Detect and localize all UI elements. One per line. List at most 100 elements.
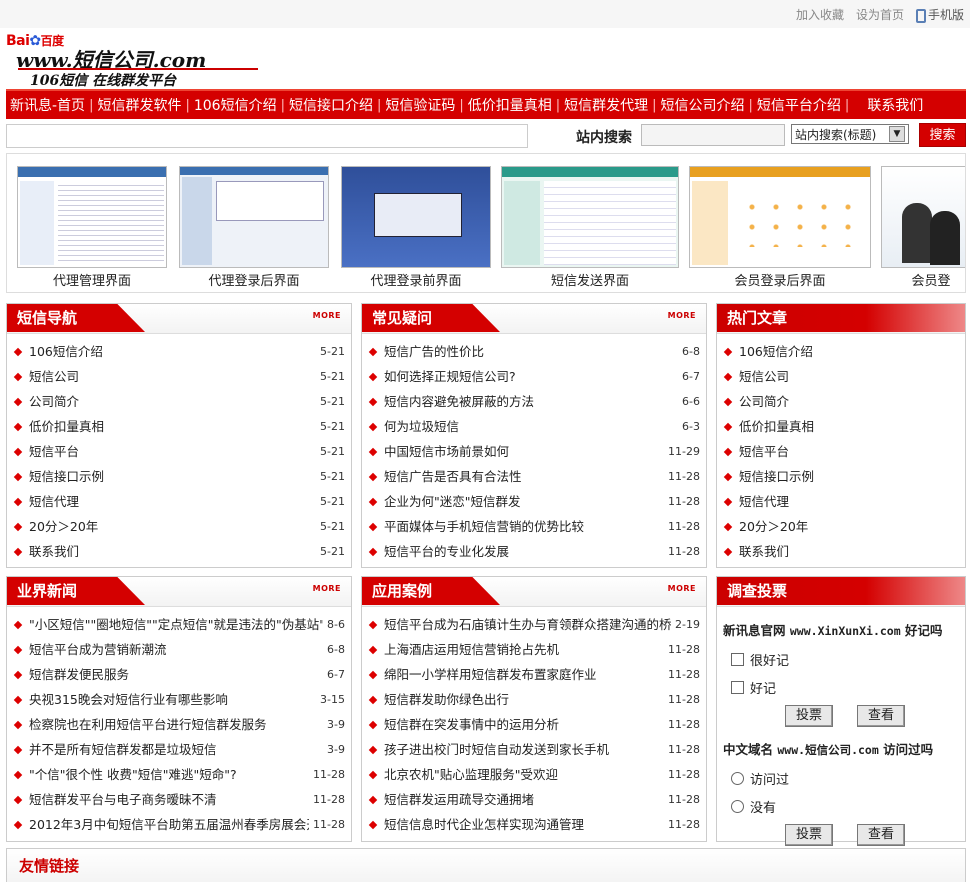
list-item[interactable]: 绵阳一小学样用短信群发布置家庭作业 11-28 (368, 662, 700, 687)
list-item[interactable]: 短信平台成为营销新潮流 6-8 (13, 637, 345, 662)
article-link[interactable]: 短信代理 (739, 489, 959, 514)
gallery-item[interactable]: 代理登录后界面 (179, 166, 329, 289)
article-link[interactable]: 公司简介 (29, 389, 316, 414)
list-item[interactable]: 短信平台 (723, 439, 959, 464)
list-item[interactable]: 短信接口示例 5-21 (13, 464, 345, 489)
gallery-item[interactable]: 短信发送界面 (501, 166, 679, 289)
list-item[interactable]: 20分＞20年 (723, 514, 959, 539)
list-item[interactable]: 短信广告的性价比 6-8 (368, 339, 700, 364)
article-link[interactable]: 2012年3月中旬短信平台助第五届温州春季房展会开展 (29, 812, 309, 837)
list-item[interactable]: 公司简介 (723, 389, 959, 414)
article-link[interactable]: 公司简介 (739, 389, 959, 414)
article-link[interactable]: 联系我们 (29, 539, 316, 564)
article-link[interactable]: 短信公司 (29, 364, 316, 389)
gallery-item[interactable]: 会员登录后界面 (689, 166, 871, 289)
article-link[interactable]: 短信平台成为石庙镇计生办与育领群众搭建沟通的桥梁 (384, 612, 671, 637)
radio[interactable] (731, 771, 744, 785)
view-results-button[interactable]: 查看 (857, 705, 905, 727)
list-item[interactable]: 何为垃圾短信 6-3 (368, 414, 700, 439)
list-item[interactable]: 低价扣量真相 (723, 414, 959, 439)
list-item[interactable]: "小区短信""圈地短信""定点短信"就是违法的"伪基站" 8-6 (13, 612, 345, 637)
article-link[interactable]: 并不是所有短信群发都是垃圾短信 (29, 737, 323, 762)
list-item[interactable]: 短信群发助你绿色出行 11-28 (368, 687, 700, 712)
article-link[interactable]: 短信平台 (29, 439, 316, 464)
article-link[interactable]: 20分＞20年 (739, 514, 959, 539)
nav-item[interactable]: 低价扣量真相 (464, 95, 556, 115)
radio[interactable] (731, 799, 744, 813)
set-homepage-link[interactable]: 设为首页 (856, 6, 904, 23)
article-link[interactable]: 何为垃圾短信 (384, 414, 678, 439)
article-link[interactable]: 106短信介绍 (29, 339, 316, 364)
list-item[interactable]: 短信公司 (723, 364, 959, 389)
add-favorite-link[interactable]: 加入收藏 (796, 6, 844, 23)
list-item[interactable]: 上海酒店运用短信营销抢占先机 11-28 (368, 637, 700, 662)
list-item[interactable]: 公司简介 5-21 (13, 389, 345, 414)
list-item[interactable]: "个信"很个性 收费"短信"难逃"短命"? 11-28 (13, 762, 345, 787)
nav-item[interactable]: 短信群发软件 (93, 95, 185, 115)
list-item[interactable]: 短信平台成为石庙镇计生办与育领群众搭建沟通的桥梁 2-19 (368, 612, 700, 637)
list-item[interactable]: 短信公司 5-21 (13, 364, 345, 389)
nav-item[interactable]: 短信验证码 (381, 95, 459, 115)
list-item[interactable]: 如何选择正规短信公司? 6-7 (368, 364, 700, 389)
article-link[interactable]: 绵阳一小学样用短信群发布置家庭作业 (384, 662, 664, 687)
list-item[interactable]: 并不是所有短信群发都是垃圾短信 3-9 (13, 737, 345, 762)
article-link[interactable]: 短信平台成为营销新潮流 (29, 637, 323, 662)
list-item[interactable]: 北京农机"贴心监理服务"受欢迎 11-28 (368, 762, 700, 787)
search-scope-select[interactable]: 站内搜索(标题) ▼ (791, 124, 909, 144)
article-link[interactable]: 106短信介绍 (739, 339, 959, 364)
article-link[interactable]: 如何选择正规短信公司? (384, 364, 678, 389)
article-link[interactable]: 中国短信市场前景如何 (384, 439, 664, 464)
poll-option[interactable]: 好记 (723, 673, 959, 701)
article-link[interactable]: 短信公司 (739, 364, 959, 389)
mobile-version-link[interactable]: 手机版 (915, 6, 964, 23)
vote-button[interactable]: 投票 (785, 705, 833, 727)
gallery-item[interactable]: 代理登录前界面 (341, 166, 491, 289)
article-link[interactable]: 短信广告是否具有合法性 (384, 464, 664, 489)
article-link[interactable]: 检察院也在利用短信平台进行短信群发服务 (29, 712, 323, 737)
list-item[interactable]: 短信代理 5-21 (13, 489, 345, 514)
list-item[interactable]: 平面媒体与手机短信营销的优势比较 11-28 (368, 514, 700, 539)
article-link[interactable]: 企业为何"迷恋"短信群发 (384, 489, 664, 514)
article-link[interactable]: 短信群发运用疏导交通拥堵 (384, 787, 664, 812)
article-link[interactable]: 短信平台的专业化发展 (384, 539, 664, 564)
list-item[interactable]: 短信群在突发事情中的运用分析 11-28 (368, 712, 700, 737)
more-link[interactable]: MORE (313, 584, 341, 593)
list-item[interactable]: 中国短信市场前景如何 11-29 (368, 439, 700, 464)
more-link[interactable]: MORE (668, 584, 696, 593)
nav-item[interactable]: 106短信介绍 (190, 95, 281, 115)
nav-item[interactable]: 短信公司介绍 (657, 95, 749, 115)
list-item[interactable]: 短信群发平台与电子商务暧昧不清 11-28 (13, 787, 345, 812)
list-item[interactable]: 短信广告是否具有合法性 11-28 (368, 464, 700, 489)
search-input[interactable] (641, 124, 785, 146)
list-item[interactable]: 孩子进出校门时短信自动发送到家长手机 11-28 (368, 737, 700, 762)
list-item[interactable]: 低价扣量真相 5-21 (13, 414, 345, 439)
list-item[interactable]: 106短信介绍 (723, 339, 959, 364)
list-item[interactable]: 短信平台的专业化发展 11-28 (368, 539, 700, 564)
article-link[interactable]: "个信"很个性 收费"短信"难逃"短命"? (29, 762, 309, 787)
list-item[interactable]: 106短信介绍 5-21 (13, 339, 345, 364)
article-link[interactable]: 短信平台 (739, 439, 959, 464)
list-item[interactable]: 短信内容避免被屏蔽的方法 6-6 (368, 389, 700, 414)
article-link[interactable]: 北京农机"贴心监理服务"受欢迎 (384, 762, 664, 787)
poll-option[interactable]: 很好记 (723, 645, 959, 673)
vote-button[interactable]: 投票 (785, 824, 833, 846)
article-link[interactable]: 平面媒体与手机短信营销的优势比较 (384, 514, 664, 539)
article-link[interactable]: 央视315晚会对短信行业有哪些影响 (29, 687, 316, 712)
nav-item[interactable]: 短信群发代理 (560, 95, 652, 115)
article-link[interactable]: 上海酒店运用短信营销抢占先机 (384, 637, 664, 662)
article-link[interactable]: 短信群发助你绿色出行 (384, 687, 664, 712)
checkbox[interactable] (731, 652, 744, 666)
article-link[interactable]: 短信内容避免被屏蔽的方法 (384, 389, 678, 414)
nav-item[interactable]: 新讯息-首页 (6, 95, 89, 115)
article-link[interactable]: 短信群在突发事情中的运用分析 (384, 712, 664, 737)
gallery-item[interactable]: 代理管理界面 (17, 166, 167, 289)
list-item[interactable]: 短信群发运用疏导交通拥堵 11-28 (368, 787, 700, 812)
search-button[interactable]: 搜索 (919, 123, 966, 147)
nav-item[interactable]: 短信接口介绍 (285, 95, 377, 115)
list-item[interactable]: 20分＞20年 5-21 (13, 514, 345, 539)
article-link[interactable]: 短信广告的性价比 (384, 339, 678, 364)
list-item[interactable]: 2012年3月中旬短信平台助第五届温州春季房展会开展 11-28 (13, 812, 345, 837)
list-item[interactable]: 企业为何"迷恋"短信群发 11-28 (368, 489, 700, 514)
nav-item[interactable]: 短信平台介绍 (753, 95, 845, 115)
article-link[interactable]: 短信接口示例 (29, 464, 316, 489)
